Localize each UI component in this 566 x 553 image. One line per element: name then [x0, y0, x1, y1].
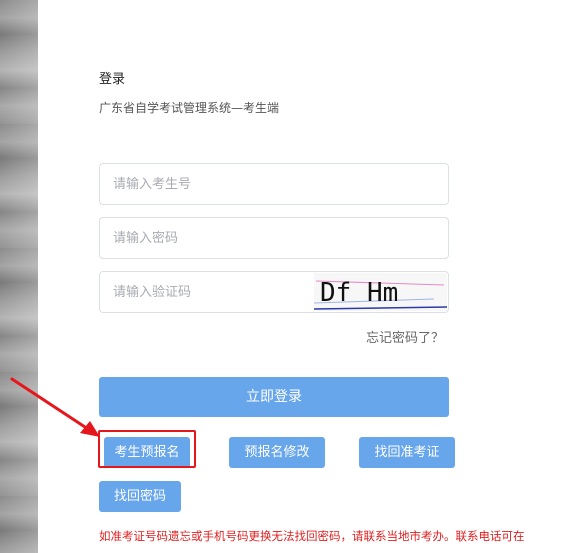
captcha-graphic: Df Hm — [314, 273, 447, 311]
background-image-strip — [0, 0, 38, 553]
retrieve-password-button[interactable]: 找回密码 — [99, 481, 181, 512]
forgot-password-link[interactable]: 忘记密码了？ — [366, 327, 444, 346]
password-field-wrapper — [99, 217, 449, 259]
page-title: 登录 — [99, 72, 126, 87]
notice-text: 如准考证号码遗忘或手机号码更换无法找回密码，请联系当地市考办。联系电话可在 — [99, 529, 525, 543]
red-arrow-icon — [10, 377, 100, 437]
password-input[interactable] — [100, 218, 448, 258]
exam-id-input[interactable] — [100, 164, 448, 204]
captcha-image[interactable]: Df Hm — [314, 273, 447, 311]
exam-id-field-wrapper — [99, 163, 449, 205]
captcha-input[interactable] — [100, 272, 315, 312]
system-subtitle: 广东省自学考试管理系统—考生端 — [99, 101, 280, 115]
captcha-text: Df Hm — [320, 278, 398, 308]
modify-pre-register-button[interactable]: 预报名修改 — [229, 437, 325, 468]
red-highlight-box — [98, 430, 196, 468]
captcha-field-wrapper: Df Hm — [99, 271, 449, 313]
login-button[interactable]: 立即登录 — [99, 377, 449, 417]
retrieve-exam-id-button[interactable]: 找回准考证 — [359, 437, 455, 468]
